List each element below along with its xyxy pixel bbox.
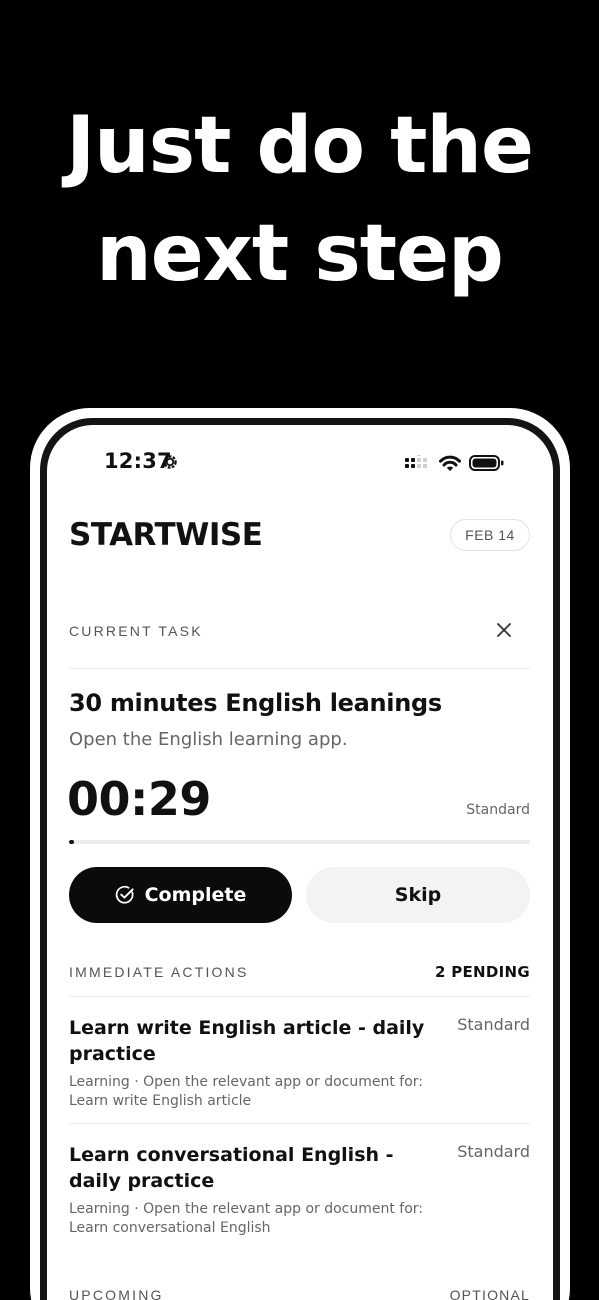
status-icons [405,453,505,473]
cellular-signal-icon [405,455,427,468]
current-task-label: CURRENT TASK [69,623,203,639]
date-badge[interactable]: FEB 14 [450,519,530,551]
check-circle-icon [115,885,134,904]
immediate-actions-label: IMMEDIATE ACTIONS [69,964,249,980]
task-title: 30 minutes English leanings [69,689,442,717]
task-timer: 00:29 [67,772,211,826]
list-item[interactable]: Learn write English article - daily prac… [69,1015,530,1111]
promo-headline: Just do the next step [0,92,599,308]
battery-icon [469,455,504,471]
pending-count-badge: 2 PENDING [434,963,530,981]
skip-button-label: Skip [394,884,442,906]
phone-screen: 12:37 STARTWISE FEB 14 CURRENT TASK 30 m… [47,425,553,1300]
action-title: Learn write English article - daily prac… [69,1017,425,1065]
task-mode-label: Standard [466,802,530,818]
app-brand-title: STARTWISE [69,517,263,553]
task-subtitle: Open the English learning app. [69,729,348,750]
list-item[interactable]: Learn conversational English - daily pra… [69,1142,530,1238]
divider [69,1123,530,1124]
headline-line-2: next step [96,209,504,299]
task-progress-fill [69,840,74,844]
upcoming-optional-tag: OPTIONAL [449,1287,530,1300]
action-description: Learning · Open the relevant app or docu… [69,1201,424,1236]
action-tag: Standard [457,1142,530,1161]
complete-button-label: Complete [144,884,247,906]
headline-line-1: Just do the [66,101,534,191]
complete-button[interactable]: Complete [69,867,292,923]
divider [69,996,530,997]
task-progress-bar [69,840,530,844]
skip-button[interactable]: Skip [306,867,530,923]
action-description: Learning · Open the relevant app or docu… [69,1074,424,1109]
wifi-icon [439,455,461,471]
settings-gear-icon [163,455,177,469]
upcoming-label: UPCOMING [69,1287,164,1300]
divider [69,668,530,669]
action-title: Learn conversational English - daily pra… [69,1144,394,1192]
action-tag: Standard [457,1015,530,1034]
close-icon[interactable] [496,622,512,638]
